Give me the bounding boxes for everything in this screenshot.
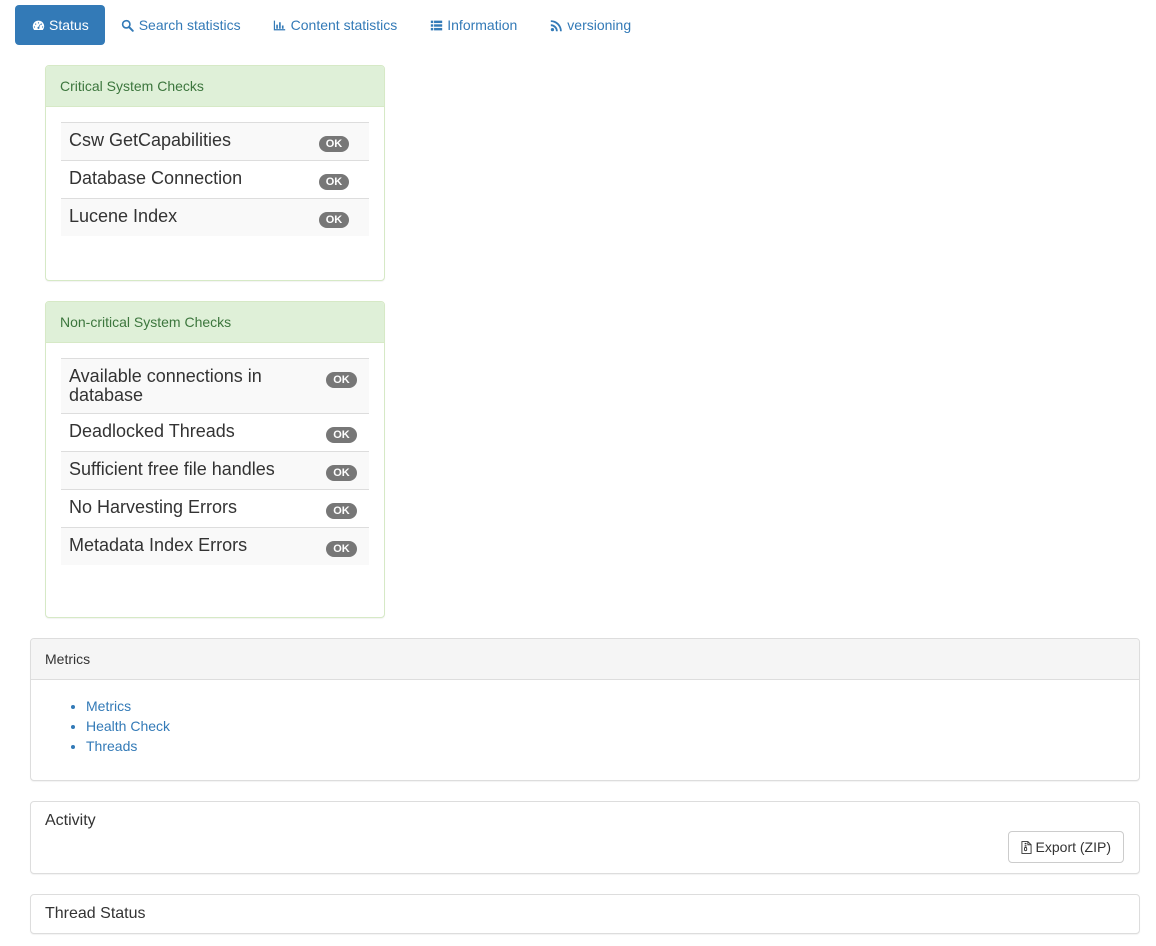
check-name: Lucene Index bbox=[69, 206, 178, 226]
panel-title: Thread Status bbox=[45, 905, 146, 922]
tab-content-statistics[interactable]: Content statistics bbox=[257, 5, 414, 45]
rss-icon bbox=[549, 18, 563, 32]
check-name: Sufficient free file handles bbox=[69, 459, 275, 479]
metrics-panel: Metrics Metrics Health Check Threads bbox=[30, 638, 1140, 781]
check-name: Database Connection bbox=[69, 168, 243, 188]
table-row: Metadata Index Errors OK bbox=[61, 527, 369, 565]
status-badge: OK bbox=[326, 465, 357, 481]
tab-status[interactable]: Status bbox=[15, 5, 105, 45]
status-badge: OK bbox=[326, 503, 357, 519]
status-badge: OK bbox=[326, 541, 357, 557]
thread-status-panel: Thread Status bbox=[30, 894, 1140, 934]
metrics-link-list: Metrics Health Check Threads bbox=[86, 696, 170, 756]
export-label: Export (ZIP) bbox=[1035, 839, 1111, 855]
file-archive-icon bbox=[1020, 840, 1032, 854]
threads-link[interactable]: Threads bbox=[86, 738, 137, 754]
status-badge: OK bbox=[326, 427, 357, 443]
noncritical-checks-panel: Non-critical System Checks Available con… bbox=[45, 301, 385, 618]
bar-chart-icon bbox=[273, 18, 287, 32]
tab-versioning[interactable]: versioning bbox=[533, 5, 647, 45]
critical-checks-panel: Critical System Checks Csw GetCapabiliti… bbox=[45, 65, 385, 281]
list-item: Threads bbox=[86, 736, 170, 756]
status-badge: OK bbox=[318, 212, 350, 228]
health-check-link[interactable]: Health Check bbox=[86, 718, 170, 734]
check-name: Deadlocked Threads bbox=[69, 421, 235, 441]
panel-title: Activity bbox=[45, 812, 96, 829]
list-icon bbox=[429, 18, 443, 32]
table-row: Sufficient free file handles OK bbox=[61, 451, 369, 490]
table-row: No Harvesting Errors OK bbox=[61, 489, 369, 528]
tab-label: versioning bbox=[567, 17, 632, 33]
status-badge: OK bbox=[326, 372, 357, 388]
dashboard-icon bbox=[31, 18, 45, 32]
list-item: Health Check bbox=[86, 716, 170, 736]
tab-information[interactable]: Information bbox=[413, 5, 533, 45]
panel-title: Non-critical System Checks bbox=[46, 302, 384, 343]
noncritical-checks-table: Available connections in database OK Dea… bbox=[61, 358, 369, 565]
panel-title: Critical System Checks bbox=[46, 66, 384, 107]
tab-label: Search statistics bbox=[138, 17, 241, 33]
tab-label: Information bbox=[447, 17, 518, 33]
search-icon bbox=[121, 18, 135, 32]
table-row: Lucene Index OK bbox=[61, 198, 369, 236]
critical-checks-table: Csw GetCapabilities OK Database Connecti… bbox=[61, 122, 369, 236]
tab-label: Content statistics bbox=[290, 17, 398, 33]
table-row: Available connections in database OK bbox=[61, 358, 369, 414]
tab-search-statistics[interactable]: Search statistics bbox=[105, 5, 257, 45]
table-row: Csw GetCapabilities OK bbox=[61, 122, 369, 161]
metrics-link[interactable]: Metrics bbox=[86, 698, 131, 714]
check-name: Metadata Index Errors bbox=[69, 535, 248, 555]
activity-panel: Activity Export (ZIP) bbox=[30, 801, 1140, 874]
check-name: No Harvesting Errors bbox=[69, 497, 238, 517]
check-name: Available connections in database bbox=[69, 366, 262, 405]
status-badge: OK bbox=[318, 136, 350, 152]
panel-title: Metrics bbox=[31, 639, 1139, 680]
export-zip-button[interactable]: Export (ZIP) bbox=[1007, 831, 1124, 863]
top-nav: Status Search statistics Content statist… bbox=[15, 5, 647, 45]
table-row: Deadlocked Threads OK bbox=[61, 413, 369, 452]
check-name: Csw GetCapabilities bbox=[69, 130, 232, 150]
tab-label: Status bbox=[49, 17, 89, 33]
status-badge: OK bbox=[318, 174, 350, 190]
list-item: Metrics bbox=[86, 696, 170, 716]
table-row: Database Connection OK bbox=[61, 160, 369, 199]
